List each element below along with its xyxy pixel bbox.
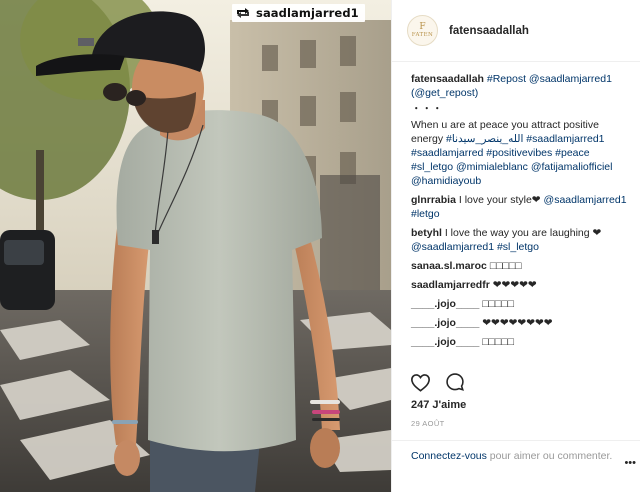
hashtag-saadlamjarred1[interactable]: #saadlamjarred1 [526,133,604,145]
mention-hamidiayoub[interactable]: @hamidiayoub [411,175,481,187]
comment-text: I love the way you are laughing ❤ [444,227,602,239]
comment-username[interactable]: ____.jojo____ [411,317,479,329]
login-prompt: Connectez-vous pour aimer ou commenter. [392,440,640,463]
comment-username[interactable]: glnrrabia [411,194,456,206]
repost-badge: saadlamjarred1 [232,4,365,22]
comment-username[interactable]: saadlamjarredfr [411,279,490,291]
mention-fatijamaliofficiel[interactable]: @fatijamaliofficiel [531,161,613,173]
repost-hashtag[interactable]: #Repost [487,73,526,85]
comment-item: sanaa.sl.maroc □□□□□ [411,259,628,273]
comment-item: betyhl I love the way you are laughing ❤… [411,226,628,254]
caption-dots: ・・・ [411,103,443,115]
comment-item: ____.jojo____ ❤❤❤❤❤❤❤❤ [411,316,628,330]
photo-scene [0,0,391,492]
caption: fatensaadallah #Repost @saadlamjarred1 (… [411,72,628,188]
comment-text: ❤❤❤❤❤❤❤❤ [482,317,553,329]
avatar-logo-mark: F [419,21,426,32]
comment-icon[interactable] [445,372,465,392]
comment-text: I love your style❤ [458,194,541,206]
header-username[interactable]: fatensaadallah [449,25,529,37]
comment-item: ____.jojo____ □□□□□ [411,335,628,349]
comment-username[interactable]: ____.jojo____ [411,336,479,348]
repost-handle: saadlamjarred1 [256,6,359,20]
repost-mention[interactable]: @saadlamjarred1 [529,73,612,85]
avatar-logo-text: FATEN [411,31,434,38]
comment-item: ____.jojo____ □□□□□ [411,297,628,311]
comment-item: glnrrabia I love your style❤ @saadlamjar… [411,193,628,221]
comment-text: □□□□□ [489,260,522,272]
caption-text-block: When u are at peace you attract positive… [411,118,628,188]
more-options-icon[interactable]: ••• [624,457,636,469]
comment-text: □□□□□ [482,298,514,310]
hashtag-sl-letgo[interactable]: #sl_letgo [411,161,453,173]
hashtags-line[interactable]: #saadlamjarred #positivevibes #peace [411,147,590,159]
comment-username[interactable]: sanaa.sl.maroc [411,260,487,272]
mention-mimialeblanc[interactable]: @mimialeblanc [456,161,528,173]
comment-username[interactable]: betyhl [411,227,442,239]
comment-item: saadlamjarredfr ❤❤❤❤❤ [411,278,628,292]
comment-text: □□□□□ [482,336,514,348]
get-repost-mention[interactable]: (@get_repost) [411,87,478,99]
post-side-panel: F FATEN fatensaadallah fatensaadallah #R… [391,0,640,492]
heart-icon[interactable] [410,373,431,392]
login-rest-text: pour aimer ou commenter. [486,450,613,462]
post-header: F FATEN fatensaadallah [392,0,640,62]
hashtag-arabic[interactable]: #الله_ينصر_سيدنا [446,133,523,145]
repost-icon [237,8,249,18]
comment-username[interactable]: ____.jojo____ [411,298,479,310]
likes-count[interactable]: 247 J'aime [411,399,466,411]
post-actions [410,372,465,392]
post-date: 29 AOÛT [411,419,445,428]
post-photo[interactable]: saadlamjarred1 [0,0,391,492]
comments-list: fatensaadallah #Repost @saadlamjarred1 (… [392,62,640,349]
caption-username[interactable]: fatensaadallah [411,73,484,85]
avatar[interactable]: F FATEN [407,15,438,46]
comment-links[interactable]: @saadlamjarred1 #sl_letgo [411,241,539,253]
comment-text: ❤❤❤❤❤ [492,279,537,291]
login-link[interactable]: Connectez-vous [411,450,487,462]
